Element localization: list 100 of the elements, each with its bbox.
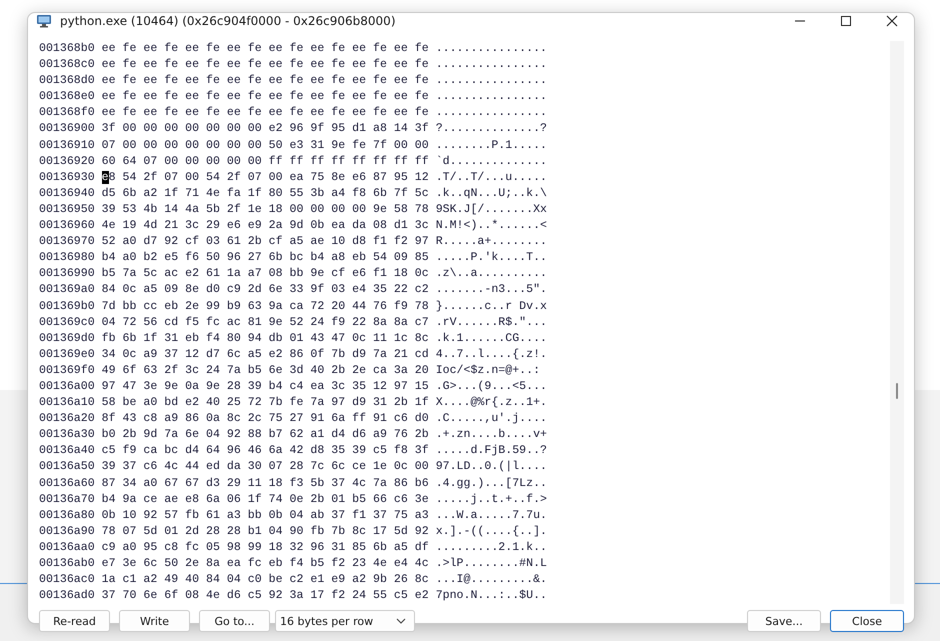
ascii-text: .......-n3...5". bbox=[436, 282, 548, 298]
hex-bytes: 37 70 6e 6f 08 4e d6 c5 92 3a 17 f2 24 55 c5 e2 bbox=[102, 588, 429, 604]
hex-bytes: 34 0c a9 37 12 d7 6c a5 e2 86 0f 7b d9 7a 21 cd bbox=[102, 346, 429, 363]
window-title: python.exe (10464) (0x26c904f0000 - 0x26c906b8000) bbox=[60, 14, 396, 28]
ascii-text: ...I@.........&. bbox=[436, 572, 548, 588]
address-text: 00136a30 bbox=[39, 427, 95, 444]
address-text: 001368f0 bbox=[39, 105, 95, 122]
ascii-text: ?..............? bbox=[436, 121, 548, 138]
ascii-text: .k..qN...U;..k.\ bbox=[436, 186, 548, 202]
address-text: 00136a60 bbox=[39, 476, 95, 492]
address-text: 00136a40 bbox=[39, 443, 95, 460]
ascii-text: X....@%r{.z..1+. bbox=[436, 395, 548, 412]
address-text: 001368c0 bbox=[39, 57, 95, 74]
address-text: 00136a20 bbox=[39, 411, 95, 428]
hex-bytes: 1a c1 a2 49 40 84 04 c0 be c2 e1 e9 a2 9b 26 8c bbox=[102, 572, 429, 588]
address-text: 001368d0 bbox=[39, 73, 95, 90]
hex-bytes: 52 a0 d7 92 cf 03 61 2b cf a5 ae 10 d8 f1 f2 97 bbox=[102, 234, 429, 250]
hex-bytes: 39 53 4b 14 4a 5b 2f 1e 18 00 00 00 00 9e 58 78 bbox=[102, 202, 429, 218]
address-text: 00136a80 bbox=[39, 508, 95, 524]
maximize-icon[interactable] bbox=[840, 15, 852, 27]
ascii-text: ................ bbox=[436, 57, 548, 74]
address-text: 00136940 bbox=[39, 186, 95, 202]
ascii-text: x.].-((....{..]. bbox=[436, 524, 548, 540]
address-text: 00136ad0 bbox=[39, 588, 95, 604]
ascii-text: 4..7..l....{.z!. bbox=[436, 346, 548, 363]
dialog-button[interactable]: Write bbox=[119, 610, 190, 632]
hex-bytes: 78 07 5d 01 2d 28 28 b1 04 90 fb 7b 8c 17 5d 92 bbox=[102, 524, 429, 540]
ascii-text: ................ bbox=[436, 105, 548, 122]
address-text: 00136aa0 bbox=[39, 540, 95, 556]
ascii-text: Ioc/<$z.n=@+..: bbox=[436, 362, 542, 379]
ascii-text: .....P.'k....T.. bbox=[436, 250, 548, 266]
ascii-text: .+.zn....b....v+ bbox=[436, 427, 548, 444]
ascii-text: .rV......R$."... bbox=[436, 314, 548, 331]
hex-bytes: 04 72 56 cd f5 fc ac 81 9e 52 24 f9 22 8a 8a c7 bbox=[102, 314, 429, 331]
address-text: 00136980 bbox=[39, 250, 95, 266]
scrollbar[interactable] bbox=[890, 41, 904, 604]
hex-bytes: 8f 43 c8 a9 86 0a 8c 2c 75 27 91 6a ff 91 c6 d0 bbox=[102, 411, 429, 428]
ascii-text: .....j..t.+..f.> bbox=[436, 492, 548, 508]
address-text: 00136950 bbox=[39, 202, 95, 218]
ascii-text: R.....a+........ bbox=[436, 234, 548, 250]
scrollbar-thumb[interactable] bbox=[896, 383, 898, 399]
dialog-button[interactable]: Re-read bbox=[39, 610, 110, 632]
address-text: 00136970 bbox=[39, 234, 95, 250]
hex-bytes: fb 6b 1f 31 eb f4 80 94 db 01 43 47 0c 11 1c 8c bbox=[102, 330, 429, 347]
close-icon[interactable] bbox=[886, 15, 898, 27]
hex-bytes: b4 9a ce ae e8 6a 06 1f 74 0e 2b 01 b5 66 c6 3e bbox=[102, 492, 429, 508]
address-text: 00136a00 bbox=[39, 378, 95, 395]
hex-bytes: 58 be a0 bd e2 40 25 72 7b fe 7a 97 d9 31 2b 1f bbox=[102, 395, 429, 412]
row-size-dropdown[interactable]: 16 bytes per row bbox=[275, 610, 415, 632]
hex-bytes: 4e 19 4d 21 3c 29 e6 e9 2a 9d 0b ea da 08 d1 3c bbox=[102, 218, 429, 234]
hex-bytes: e8 54 2f 07 00 54 2f 07 00 ea 75 8e e6 87 95 12 bbox=[102, 170, 429, 186]
ascii-text: .k.1......CG.... bbox=[436, 330, 548, 347]
address-text: 001369c0 bbox=[39, 314, 95, 331]
dialog-button[interactable]: Close bbox=[830, 610, 904, 632]
ascii-text: ................ bbox=[436, 73, 548, 90]
ascii-text: .>lP........#N.L bbox=[436, 556, 548, 572]
ascii-text: ................ bbox=[436, 89, 548, 106]
ascii-text: ........P.1..... bbox=[436, 138, 548, 154]
hex-bytes: 84 0c a5 09 8e d0 c9 2d 6e 33 9f 03 e4 35 22 c2 bbox=[102, 282, 429, 298]
address-text: 001368b0 bbox=[39, 41, 95, 57]
hex-bytes: 39 37 c6 4c 44 ed da 30 07 28 7c 6c ce 1e 0c 00 bbox=[102, 459, 429, 476]
address-text: 00136a50 bbox=[39, 459, 95, 476]
address-text: 00136ab0 bbox=[39, 556, 95, 572]
hex-bytes: 07 00 00 00 00 00 00 00 50 e3 31 9e fe 7f 00 00 bbox=[102, 138, 429, 154]
ascii-text: `d.............. bbox=[436, 154, 548, 170]
hex-bytes: c9 a0 95 c8 fc 05 98 99 18 32 96 31 85 6b a5 df bbox=[102, 540, 429, 556]
hex-bytes: ee fe ee fe ee fe ee fe ee fe ee fe ee fe ee fe bbox=[102, 105, 429, 122]
address-text: 001369b0 bbox=[39, 298, 95, 314]
address-text: 00136a70 bbox=[39, 492, 95, 508]
hex-bytes: d5 6b a2 1f 71 4e fa 1f 80 55 3b a4 f8 6b 7f 5c bbox=[102, 186, 429, 202]
address-text: 00136ac0 bbox=[39, 572, 95, 588]
hex-bytes: e7 3e 6c 50 2e 8a ea fc eb f4 b5 f2 23 4e e4 4c bbox=[102, 556, 429, 572]
address-text: 00136900 bbox=[39, 121, 95, 138]
ascii-text: .........2.1.k.. bbox=[436, 540, 548, 556]
ascii-text: 97.LD..0.(|l.... bbox=[436, 459, 548, 476]
hex-bytes: ee fe ee fe ee fe ee fe ee fe ee fe ee fe ee fe bbox=[102, 73, 429, 90]
hex-bytes: 97 47 3e 9e 0a 9e 28 39 b4 c4 ea 3c 35 12 97 15 bbox=[102, 378, 429, 395]
ascii-text: .z\..a.......... bbox=[436, 266, 548, 282]
hex-bytes: ee fe ee fe ee fe ee fe ee fe ee fe ee fe ee fe bbox=[102, 89, 429, 106]
hex-bytes: 7d bb cc eb 2e 99 b9 63 9a ca 72 20 44 76 f9 78 bbox=[102, 298, 429, 314]
ascii-text: .C.....,u'.j.... bbox=[436, 411, 548, 428]
hex-bytes: 3f 00 00 00 00 00 00 00 e2 96 9f 95 d1 a8 14 3f bbox=[102, 121, 429, 138]
ascii-text: 9SK.J[/.......Xx bbox=[436, 202, 548, 218]
ascii-text: ................ bbox=[436, 41, 548, 57]
ascii-text: }......c..r Dv.x bbox=[436, 298, 548, 314]
ascii-text: N.M!<)..*......< bbox=[436, 218, 548, 234]
address-text: 00136a10 bbox=[39, 395, 95, 412]
dialog-button[interactable]: Go to... bbox=[199, 610, 270, 632]
ascii-text: .....d.FjB.59..? bbox=[436, 443, 548, 460]
address-text: 00136990 bbox=[39, 266, 95, 282]
address-text: 001369e0 bbox=[39, 346, 95, 363]
ascii-text: .G>...(9...<5... bbox=[436, 378, 548, 395]
hex-bytes: 60 64 07 00 00 00 00 00 ff ff ff ff ff ff ff ff bbox=[102, 154, 429, 170]
ascii-text: ...W.a.....7.7u. bbox=[436, 508, 548, 524]
address-text: 001368e0 bbox=[39, 89, 95, 106]
dialog-button[interactable]: Save... bbox=[747, 610, 821, 632]
hex-bytes: 0b 10 92 57 fb 61 a3 bb 0b 04 ab 37 f1 37 75 a3 bbox=[102, 508, 429, 524]
hex-bytes: b5 7a 5c ac e2 61 1a a7 08 bb 9e cf e6 f1 18 0c bbox=[102, 266, 429, 282]
ascii-text: 7pno.N...:..$U.. bbox=[436, 588, 548, 604]
hex-bytes: ee fe ee fe ee fe ee fe ee fe ee fe ee fe ee fe bbox=[102, 41, 429, 57]
